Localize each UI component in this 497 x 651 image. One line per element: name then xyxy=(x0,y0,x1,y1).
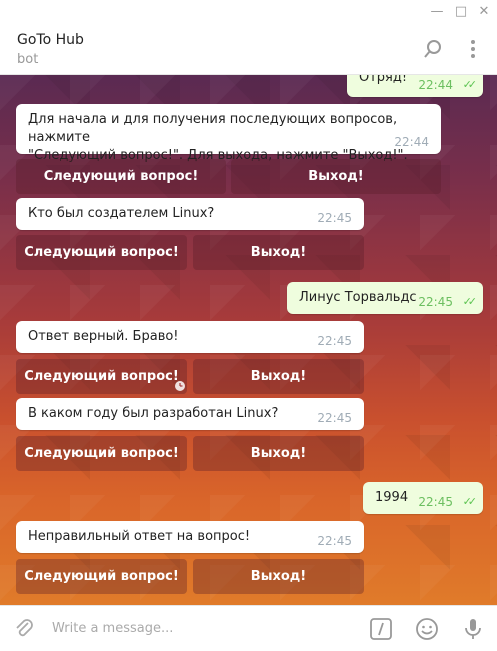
chat-header: GoTo Hub bot xyxy=(0,24,497,75)
keyboard-next-question-button[interactable]: Следующий вопрос! xyxy=(16,359,187,394)
bot-command-icon[interactable] xyxy=(369,617,393,641)
double-check-icon: ✓✓ xyxy=(462,295,478,308)
message-text: Для начала и для получения последующих в… xyxy=(28,112,408,163)
keyboard-exit-button[interactable]: Выход! xyxy=(193,436,364,471)
message-incoming: Ответ верный. Браво! 22:45 xyxy=(16,321,364,353)
message-text: Ответ верный. Браво! xyxy=(28,329,179,344)
double-check-icon: ✓✓ xyxy=(462,78,478,91)
microphone-icon[interactable] xyxy=(461,617,485,641)
window-titlebar: — □ ✕ xyxy=(0,0,497,24)
message-time: 22:44 xyxy=(418,78,453,92)
keyboard-exit-button[interactable]: Выход! xyxy=(193,559,364,594)
clock-icon xyxy=(175,381,185,391)
more-vertical-icon[interactable] xyxy=(462,38,484,60)
message-time: 22:45 xyxy=(317,211,352,225)
message-outgoing: Отряд! 22:44 ✓✓ xyxy=(347,75,483,97)
message-text: Неправильный ответ на вопрос! xyxy=(28,529,251,544)
emoji-icon[interactable] xyxy=(415,617,439,641)
message-time: 22:44 xyxy=(394,135,429,149)
chat-area[interactable]: Отряд! 22:44 ✓✓ Для начала и для получен… xyxy=(0,75,497,605)
keyboard-next-question-button[interactable]: Следующий вопрос! xyxy=(16,436,187,471)
chat-title[interactable]: GoTo Hub xyxy=(17,32,84,48)
message-time: 22:45 xyxy=(317,411,352,425)
message-time: 22:45 xyxy=(317,534,352,548)
minimize-icon[interactable]: — xyxy=(429,4,445,20)
message-incoming: Для начала и для получения последующих в… xyxy=(16,104,441,163)
chat-subtitle: bot xyxy=(17,52,39,67)
message-text: Линус Торвальдс xyxy=(299,290,417,305)
message-input[interactable]: Write a message... xyxy=(52,621,173,636)
message-text: 1994 xyxy=(375,490,409,505)
message-text: Кто был создателем Linux? xyxy=(28,206,215,221)
keyboard-exit-button[interactable]: Выход! xyxy=(193,235,364,270)
keyboard-next-question-button[interactable]: Следующий вопрос! xyxy=(16,159,226,194)
message-time: 22:45 xyxy=(418,295,453,309)
keyboard-exit-button[interactable]: Выход! xyxy=(193,359,364,394)
double-check-icon: ✓✓ xyxy=(462,495,478,508)
message-outgoing: Линус Торвальдс 22:45 ✓✓ xyxy=(287,282,483,314)
message-time: 22:45 xyxy=(317,334,352,348)
close-icon[interactable]: ✕ xyxy=(476,4,492,20)
message-incoming: Неправильный ответ на вопрос! 22:45 xyxy=(16,521,364,553)
message-outgoing: 1994 22:45 ✓✓ xyxy=(363,482,483,514)
attach-icon[interactable] xyxy=(12,617,36,641)
message-time: 22:45 xyxy=(418,495,453,509)
search-icon[interactable] xyxy=(422,38,444,60)
message-incoming: Кто был создателем Linux? 22:45 xyxy=(16,198,364,230)
keyboard-exit-button[interactable]: Выход! xyxy=(231,159,441,194)
keyboard-next-question-button[interactable]: Следующий вопрос! xyxy=(16,559,187,594)
message-text: В каком году был разработан Linux? xyxy=(28,406,279,421)
message-text: Отряд! xyxy=(359,75,408,85)
keyboard-next-question-button[interactable]: Следующий вопрос! xyxy=(16,235,187,270)
message-composer: Write a message... xyxy=(0,605,497,651)
maximize-icon[interactable]: □ xyxy=(453,4,469,20)
message-incoming: В каком году был разработан Linux? 22:45 xyxy=(16,398,364,430)
